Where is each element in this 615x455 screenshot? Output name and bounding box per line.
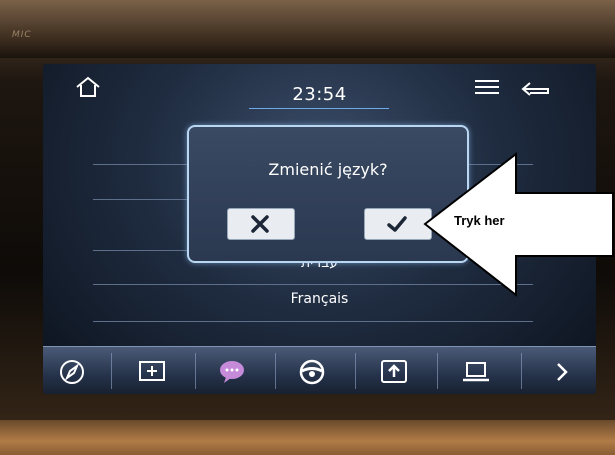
clock: 23:54	[292, 84, 347, 105]
clock-underline	[249, 104, 389, 109]
menu-icon[interactable]	[475, 79, 499, 95]
dock-separator	[275, 353, 276, 389]
annotation-text: Tryk her	[454, 213, 505, 228]
chevron-right-icon	[557, 363, 568, 381]
check-icon	[387, 216, 407, 232]
dock-messages[interactable]	[203, 347, 261, 394]
dock-separator	[195, 353, 196, 389]
infotainment-screen: 23:54 עברית Français Zmienić język?	[43, 64, 596, 394]
dock-separator	[111, 353, 112, 389]
dock-vehicle[interactable]	[283, 347, 341, 394]
dock-screen[interactable]	[123, 347, 181, 394]
dialog-title: Zmienić język?	[268, 160, 388, 179]
laptop-icon	[463, 362, 489, 382]
dock-separator	[521, 353, 522, 389]
x-icon	[251, 215, 269, 233]
dock-device[interactable]	[447, 347, 505, 394]
confirm-button[interactable]	[364, 208, 432, 240]
compass-icon	[60, 360, 84, 384]
cancel-button[interactable]	[227, 208, 295, 240]
screen-icon	[139, 361, 165, 381]
back-icon[interactable]	[520, 80, 554, 98]
dock-next[interactable]	[533, 347, 591, 394]
dock-separator	[437, 353, 438, 389]
status-bar: 23:54	[43, 64, 596, 114]
steering-wheel-icon	[299, 359, 325, 385]
dock-upload[interactable]	[365, 347, 423, 394]
confirm-language-dialog: Zmienić język?	[187, 125, 469, 263]
device-top-frame: MIC	[0, 0, 615, 58]
dock-separator	[355, 353, 356, 389]
chat-bubble-icon	[220, 361, 244, 383]
bottom-dock	[43, 346, 596, 394]
dock-navigation[interactable]	[43, 347, 101, 394]
upload-icon	[381, 360, 407, 383]
brand-mark: MIC	[12, 30, 32, 40]
dashboard-trim	[0, 420, 615, 455]
list-item-french[interactable]: Français	[43, 291, 596, 307]
